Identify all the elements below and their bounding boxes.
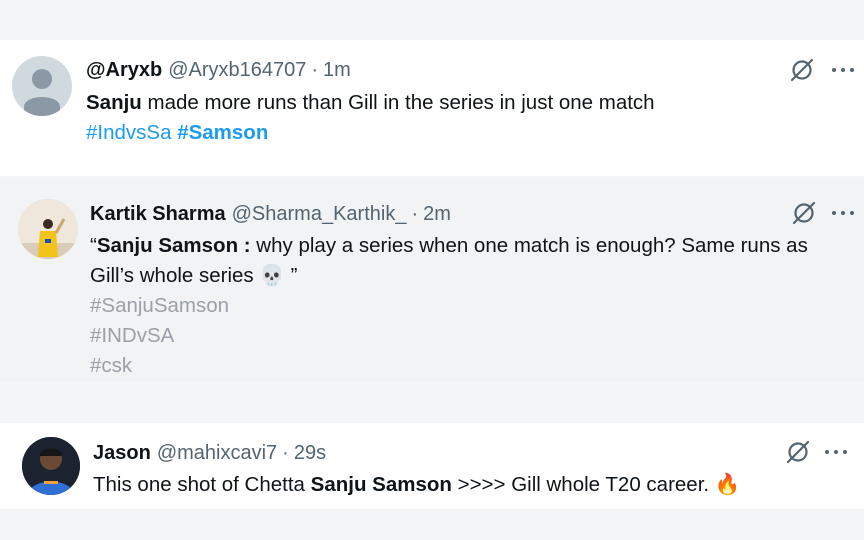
bold-text: Sanju Samson : xyxy=(96,234,251,257)
tweet-text: “Sanju Samson : why play a series when o… xyxy=(90,231,850,381)
author-handle[interactable]: @Sharma_Karthik_ xyxy=(232,203,407,226)
separator-dot: · xyxy=(311,59,319,81)
bold-text: Sanju Samson xyxy=(310,473,452,496)
open-quote: “ xyxy=(90,234,97,257)
avatar[interactable] xyxy=(22,437,80,495)
tweet-header: Jason @mahixcavi7 · 29s xyxy=(93,442,326,465)
tweet-card[interactable]: Jason @mahixcavi7 · 29s This one shot of… xyxy=(0,423,864,509)
tweet-header: @Aryxb @Aryxb164707 · 1m xyxy=(86,59,351,82)
hashtag-link[interactable]: #SanjuSamson xyxy=(90,291,850,321)
player-photo-avatar xyxy=(22,437,80,495)
avatar[interactable] xyxy=(18,199,78,259)
hashtag-link[interactable]: #IndvsSa xyxy=(86,121,171,144)
default-profile-icon xyxy=(24,69,60,116)
author-name[interactable]: @Aryxb xyxy=(86,59,162,82)
bold-text: Sanju xyxy=(86,91,142,114)
cricketer-photo-avatar xyxy=(18,199,78,259)
tweet-text-rest: made more runs than Gill in the series i… xyxy=(141,91,655,114)
hashtag-link[interactable]: #csk xyxy=(90,351,850,381)
author-handle[interactable]: @Aryxb164707 xyxy=(168,59,306,82)
hashtag-link[interactable]: #Samson xyxy=(177,121,268,144)
author-name[interactable]: Kartik Sharma xyxy=(90,203,226,226)
tweet-text: This one shot of Chetta Sanju Samson >>>… xyxy=(93,470,833,500)
more-options-icon[interactable] xyxy=(832,211,854,217)
tweet-card[interactable]: Kartik Sharma @Sharma_Karthik_ · 2m “San… xyxy=(0,180,864,382)
separator-dot: · xyxy=(411,203,419,225)
timestamp[interactable]: 29s xyxy=(294,442,326,465)
skull-emoji: 💀 xyxy=(259,264,285,287)
tweet-text-start: This one shot of Chetta xyxy=(93,473,311,496)
tweet-header: Kartik Sharma @Sharma_Karthik_ · 2m xyxy=(90,203,451,226)
avatar[interactable] xyxy=(12,56,72,116)
tweet-text: Sanju made more runs than Gill in the se… xyxy=(86,88,826,148)
separator-dot: · xyxy=(282,442,289,464)
more-options-icon[interactable] xyxy=(832,68,854,74)
hashtag-link[interactable]: #INDvSA xyxy=(90,321,850,351)
grok-icon[interactable] xyxy=(785,439,811,465)
timestamp[interactable]: 2m xyxy=(423,203,451,226)
author-handle[interactable]: @mahixcavi7 xyxy=(157,442,277,465)
author-name[interactable]: Jason xyxy=(93,442,151,465)
fire-emoji: 🔥 xyxy=(714,473,741,496)
timestamp[interactable]: 1m xyxy=(323,59,351,82)
more-options-icon[interactable] xyxy=(825,450,847,456)
grok-icon[interactable] xyxy=(789,57,815,83)
grok-icon[interactable] xyxy=(791,200,817,226)
tweet-text-rest: >>>> Gill whole T20 career. xyxy=(451,473,715,496)
close-quote: ” xyxy=(284,264,298,287)
tweet-card[interactable]: @Aryxb @Aryxb164707 · 1m Sanju made more… xyxy=(0,40,864,176)
